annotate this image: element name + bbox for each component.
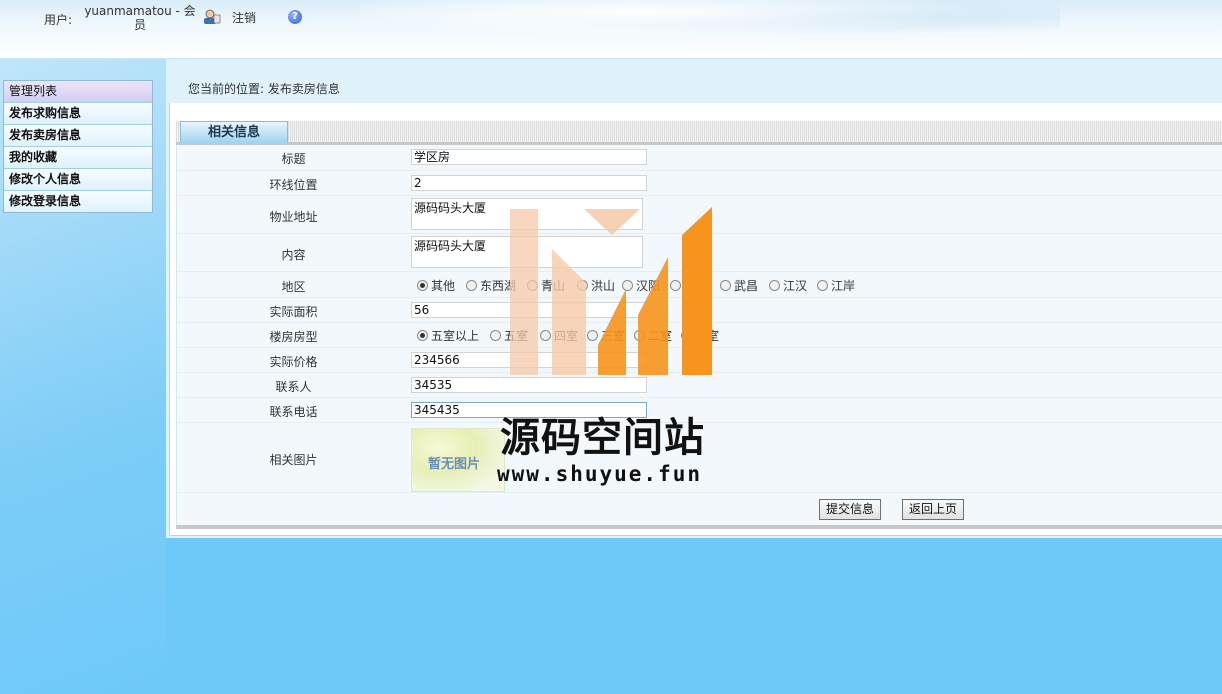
price-label: 实际价格	[269, 355, 318, 369]
tab-related-info[interactable]: 相关信息	[180, 121, 288, 143]
sidebar-item-favorites[interactable]: 我的收藏	[4, 147, 152, 169]
region-option-0[interactable]: 其他	[417, 277, 455, 294]
title-input[interactable]	[411, 149, 647, 165]
region-option-8[interactable]: 江岸	[817, 277, 855, 294]
radio-dot[interactable]	[466, 280, 477, 291]
sidebar-item-manage-list[interactable]: 管理列表	[4, 81, 152, 103]
user-label: 用户:	[44, 13, 73, 27]
user-icon	[204, 9, 221, 24]
row-ring: 环线位置	[177, 170, 1222, 196]
back-button[interactable]: 返回上页	[902, 499, 965, 520]
ring-label: 环线位置	[269, 178, 318, 192]
address-label: 物业地址	[269, 210, 318, 224]
region-option-7[interactable]: 江汉	[769, 277, 807, 294]
top-header: 用户: yuanmamatou - 会员 注销 ?	[0, 0, 1222, 59]
contact-label: 联系人	[275, 380, 312, 394]
region-option-6[interactable]: 武昌	[720, 277, 758, 294]
sidebar-item-edit-login[interactable]: 修改登录信息	[4, 191, 152, 212]
sidebar-item-post-sell[interactable]: 发布卖房信息	[4, 125, 152, 147]
radio-dot[interactable]	[490, 330, 501, 341]
radio-dot[interactable]	[417, 280, 428, 291]
help-icon[interactable]: ?	[288, 10, 302, 24]
sidebar-item-edit-profile[interactable]: 修改个人信息	[4, 169, 152, 191]
phone-label: 联系电话	[269, 405, 318, 419]
logout-link[interactable]: 注销	[232, 9, 256, 26]
radio-dot[interactable]	[817, 280, 828, 291]
radio-dot[interactable]	[417, 330, 428, 341]
contact-input[interactable]	[411, 377, 647, 393]
submit-button[interactable]: 提交信息	[819, 499, 882, 520]
header-cloud-decoration	[360, 0, 1060, 40]
title-label: 标题	[281, 152, 306, 166]
tab-strip: 相关信息	[176, 121, 1222, 145]
region-label: 地区	[281, 280, 306, 294]
user-name: yuanmamatou - 会员	[84, 4, 196, 32]
photo-placeholder-text: 暂无图片	[428, 457, 481, 472]
layout-option-0[interactable]: 五室以上	[417, 327, 479, 344]
watermark-url: www.shuyue.fun	[497, 462, 703, 486]
breadcrumb: 您当前的位置: 发布卖房信息	[188, 82, 340, 96]
sidebar-item-post-buy[interactable]: 发布求购信息	[4, 103, 152, 125]
radio-dot[interactable]	[769, 280, 780, 291]
watermark-title: 源码空间站	[500, 415, 705, 461]
photo-label: 相关图片	[269, 453, 318, 467]
watermark-logo-icon	[510, 207, 712, 375]
ring-input[interactable]	[411, 175, 647, 191]
radio-dot[interactable]	[720, 280, 731, 291]
area-label: 实际面积	[269, 305, 318, 319]
photo-placeholder[interactable]: 暂无图片	[411, 428, 505, 492]
layout-label: 楼房房型	[269, 330, 318, 344]
form-bottom-border	[176, 525, 1222, 529]
content-label: 内容	[281, 248, 306, 262]
sidebar-menu: 管理列表 发布求购信息 发布卖房信息 我的收藏 修改个人信息 修改登录信息	[3, 80, 153, 213]
row-title: 标题	[177, 145, 1222, 171]
